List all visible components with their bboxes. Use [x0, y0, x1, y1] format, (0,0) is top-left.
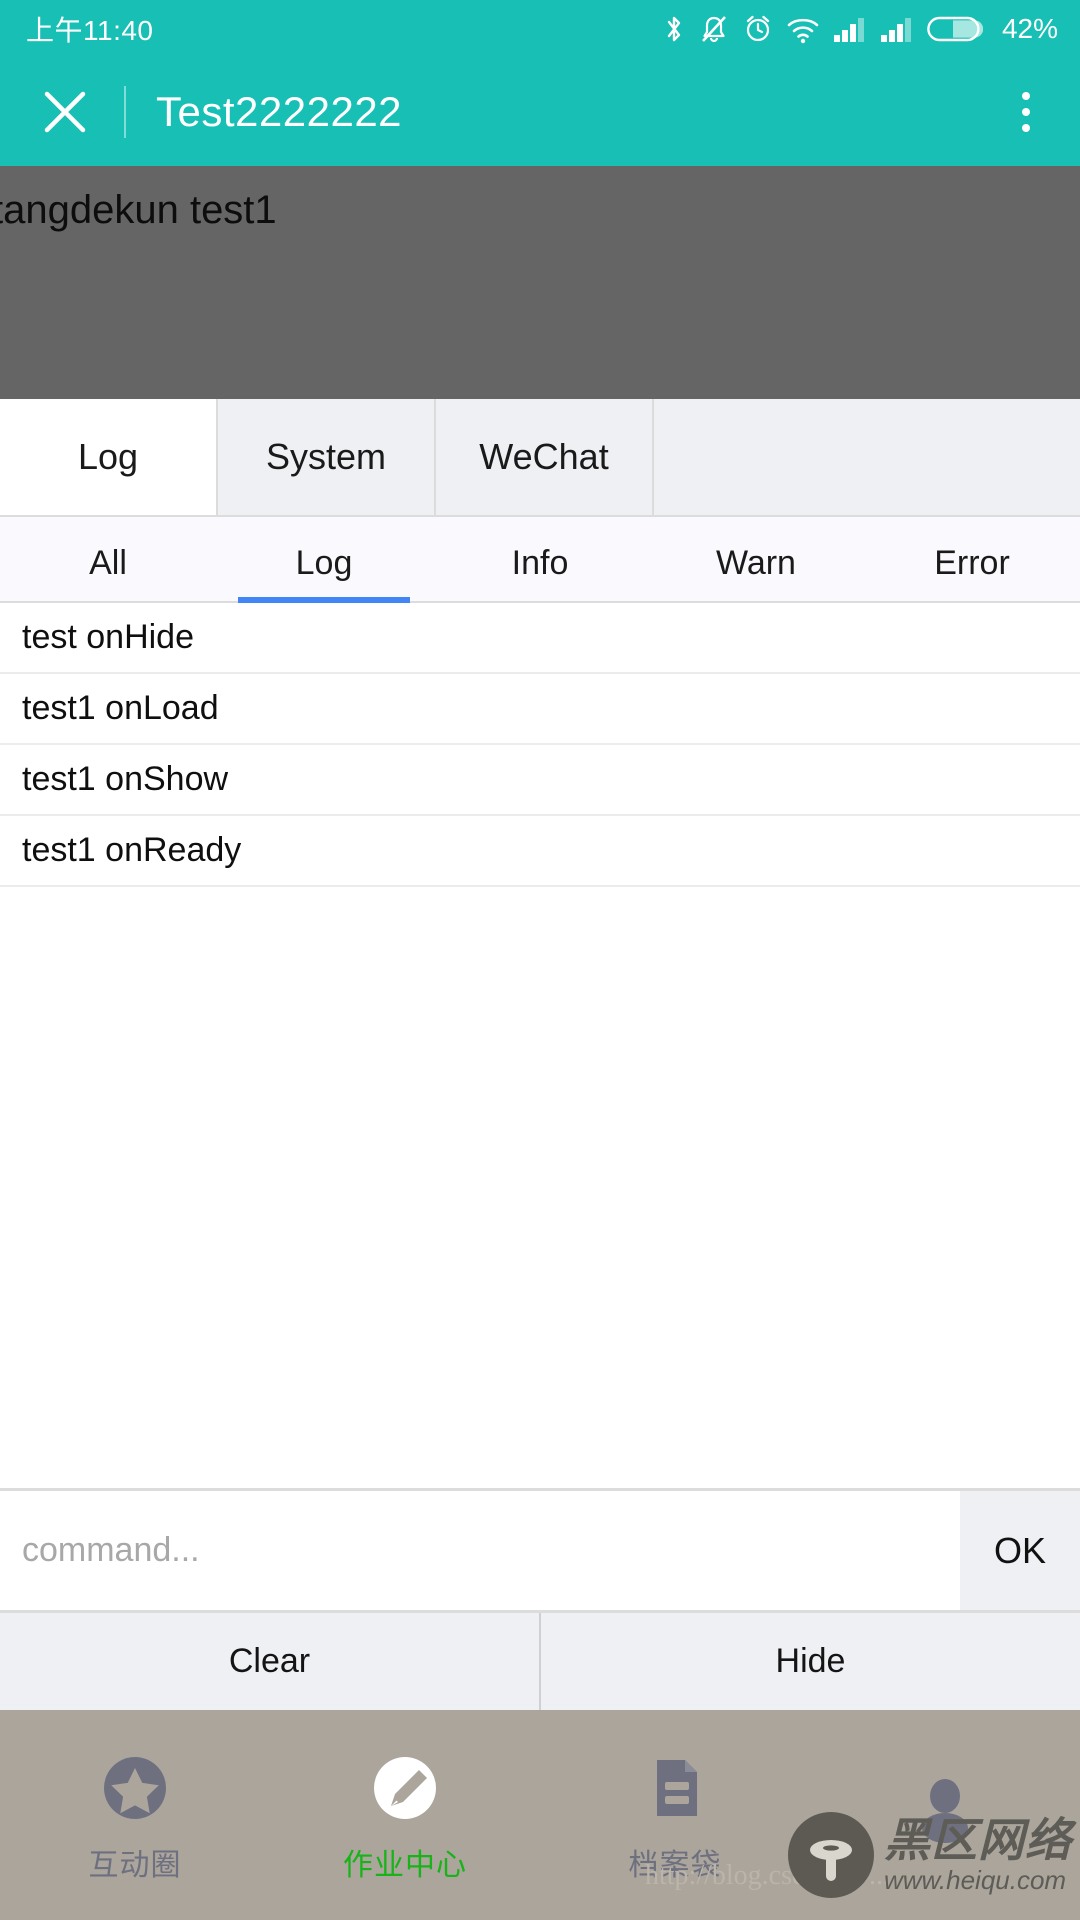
title-divider [124, 86, 126, 138]
filter-error[interactable]: Error [864, 517, 1080, 601]
log-row[interactable]: test1 onLoad [0, 674, 1080, 745]
debug-console: Log System WeChat All Log Info Warn Erro… [0, 399, 1080, 1710]
filter-all[interactable]: All [0, 517, 216, 601]
log-row[interactable]: test onHide [0, 603, 1080, 674]
status-bar: 上午11:40 42% [0, 0, 1080, 58]
webview-content-text: tangdekun test1 [0, 188, 277, 232]
command-input[interactable] [0, 1491, 960, 1610]
alarm-icon [743, 13, 773, 45]
signal-1-icon [833, 13, 867, 45]
log-row[interactable]: test1 onReady [0, 816, 1080, 887]
close-icon[interactable] [34, 81, 96, 143]
watermark-site-url: www.heiqu.com [884, 1865, 1067, 1895]
nav-label: 互动圈 [88, 1849, 182, 1882]
mute-icon [698, 13, 730, 45]
webview-area[interactable]: tangdekun test1 [0, 166, 1080, 399]
tab-wechat[interactable]: WeChat [436, 399, 654, 515]
bluetooth-icon [663, 13, 685, 45]
page-title: Test2222222 [156, 88, 403, 135]
nav-item-profile[interactable] [810, 1768, 1080, 1862]
star-circle-icon [93, 1746, 177, 1830]
command-bar: OK [0, 1488, 1080, 1610]
tab-log[interactable]: Log [0, 399, 218, 515]
nav-item-interaction-circle[interactable]: 互动圈 [0, 1746, 270, 1884]
pencil-circle-icon [363, 1746, 447, 1830]
console-tabbar: Log System WeChat [0, 399, 1080, 517]
filter-info[interactable]: Info [432, 517, 648, 601]
tabbar-filler [654, 399, 1080, 515]
phone-screen: 上午11:40 42% Test2222222 tangdekun test1 … [0, 0, 1080, 1920]
overflow-menu-icon[interactable] [996, 77, 1056, 147]
console-action-bar: Clear Hide [0, 1610, 1080, 1710]
tab-system[interactable]: System [218, 399, 436, 515]
nav-item-homework-center[interactable]: 作业中心 [270, 1746, 540, 1884]
wifi-icon [786, 13, 820, 45]
battery-percent: 42% [1001, 13, 1058, 44]
app-title-bar: Test2222222 [0, 58, 1080, 166]
bottom-navigation-bar: 互动圈 作业中心 档案袋 http://blog.csdn.net/... 黑区… [0, 1710, 1080, 1920]
battery-icon [927, 14, 983, 44]
filter-log[interactable]: Log [216, 517, 432, 601]
person-icon [903, 1768, 987, 1852]
document-icon [633, 1746, 717, 1830]
command-submit-button[interactable]: OK [960, 1491, 1080, 1610]
nav-label: 作业中心 [343, 1849, 467, 1882]
filter-warn[interactable]: Warn [648, 517, 864, 601]
clear-button[interactable]: Clear [0, 1613, 539, 1710]
watermark-blog-url: http://blog.csdn.net/... [645, 1860, 890, 1891]
log-list[interactable]: test onHide test1 onLoad test1 onShow te… [0, 603, 1080, 1488]
log-row[interactable]: test1 onShow [0, 745, 1080, 816]
status-time: 上午11:40 [26, 15, 154, 46]
log-filter-bar: All Log Info Warn Error [0, 517, 1080, 603]
hide-button[interactable]: Hide [539, 1613, 1080, 1710]
status-icon-group: 42% [663, 13, 1058, 45]
signal-2-icon [880, 13, 914, 45]
